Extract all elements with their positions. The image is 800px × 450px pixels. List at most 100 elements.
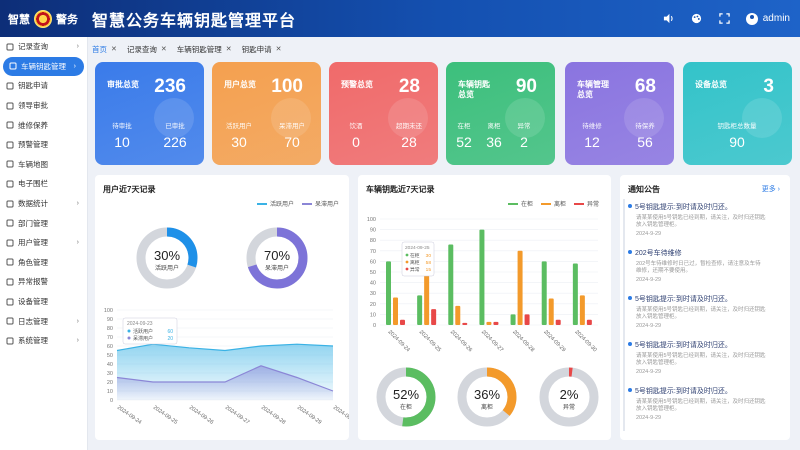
y-tick-label: 80: [370, 238, 376, 244]
bar: [510, 314, 516, 325]
svg-text:15: 15: [426, 267, 432, 273]
sidebar-item-15[interactable]: 系统管理 ›: [0, 331, 87, 351]
svg-text:活跃用户: 活跃用户: [133, 328, 153, 335]
sidebar-item-3[interactable]: 领导审批: [0, 96, 87, 116]
notice-date: 2024-9-29: [636, 323, 662, 329]
legend-swatch: [573, 202, 584, 205]
user-donut-label-0: 30% 活跃用户: [142, 248, 192, 272]
notice-item[interactable]: 5号钥匙提示:到时请及时归还。 请某某使用5号钥匙已经到期，请关注，及时归还钥匙放…: [628, 202, 778, 237]
stat-card-5[interactable]: 设备总览 3 钥匙柜总数量 90: [683, 62, 792, 165]
sidebar-item-label: 数据统计: [18, 199, 48, 209]
tab-1[interactable]: 记录查询 ✕: [127, 44, 167, 55]
sidebar-item-13[interactable]: 设备管理: [0, 292, 87, 312]
sidebar-item-5[interactable]: 预警管理: [0, 135, 87, 155]
tab-label: 车辆钥匙管理: [176, 44, 222, 54]
sidebar-item-11[interactable]: 角色管理: [0, 253, 87, 273]
card-sub-label: 钥匙柜总数量: [717, 123, 757, 130]
y-tick-label: 40: [370, 281, 376, 287]
notice-scrollbar[interactable]: [623, 199, 625, 431]
card-sub-label: 待保养: [635, 123, 655, 130]
sidebar-item-12[interactable]: 异常报警: [0, 272, 87, 292]
theme-palette-icon[interactable]: [690, 12, 704, 26]
stat-card-0[interactable]: 审批总览 236 待审批 10 已审批 226: [95, 62, 204, 165]
y-tick-label: 100: [367, 217, 376, 223]
avatar: [745, 12, 758, 25]
chevron-right-icon: ›: [76, 337, 79, 345]
volume-icon[interactable]: [662, 12, 676, 26]
sidebar-item-label: 车辆钥匙管理: [21, 61, 66, 71]
card-sub-value: 28: [401, 134, 417, 150]
chevron-right-icon: ›: [76, 43, 79, 51]
sidebar-item-7[interactable]: 电子围栏: [0, 174, 87, 194]
donut-label: 离柜: [480, 405, 493, 411]
more-link[interactable]: 更多 ›: [762, 184, 780, 194]
x-tick-label: 2024-09-24: [116, 405, 142, 426]
stat-card-4[interactable]: 车辆管理总览 68 待维修 12 待保养 56: [565, 62, 674, 165]
x-tick-label: 2024-09-29: [296, 405, 322, 426]
svg-text:30: 30: [426, 253, 432, 259]
notice-item[interactable]: 5号钥匙提示:到时请及时归还。 请某某使用5号钥匙已经到期，请关注，及时归还钥匙放…: [628, 386, 778, 421]
notice-item-title: 5号钥匙提示:到时请及时归还。: [628, 340, 778, 350]
sidebar-item-9[interactable]: 部门管理: [0, 213, 87, 233]
sidebar-item-0[interactable]: 记录查询 ›: [0, 37, 87, 57]
chevron-right-icon: ›: [76, 239, 79, 247]
card-decoration: [154, 98, 194, 138]
donut-label: 异常: [562, 405, 575, 411]
stat-card-1[interactable]: 用户总览 100 活跃用户 30 呆滞用户 70: [212, 62, 321, 165]
stat-card-3[interactable]: 车辆钥匙总览 90 在柜 52 离柜 36 异常 2: [446, 62, 555, 165]
donut-label: 活跃用户: [154, 266, 179, 272]
close-icon[interactable]: ✕: [276, 45, 282, 53]
app-title: 智慧公务车辆钥匙管理平台: [92, 12, 297, 30]
sidebar-item-6[interactable]: 车辆地图: [0, 155, 87, 175]
fence-icon: [6, 180, 14, 188]
notice-item[interactable]: 202号车待维修 202号车待维修时日已过，暂检查修，请注意及车待维修，还期不要使…: [628, 248, 778, 283]
key-bar-chart: 0 10 20 30 40 50 60 70 80 90 100 2024-09-24 2024-09-…: [367, 217, 598, 353]
card-decoration: [624, 98, 664, 138]
card-sub-value: 10: [114, 134, 130, 150]
card-sub-value: 70: [284, 134, 300, 150]
close-icon[interactable]: ✕: [161, 45, 167, 53]
bar: [579, 295, 585, 325]
x-tick-label: 2024-09-27: [224, 405, 250, 426]
chart-icon: [6, 200, 14, 208]
sidebar-item-10[interactable]: 用户管理 ›: [0, 233, 87, 253]
notice-desc: 202号车待维修时日已过，暂检查修，请注意及车待维修，还期不要使用。: [636, 261, 761, 274]
tab-0[interactable]: 首页 ✕: [92, 44, 117, 55]
fullscreen-icon[interactable]: [718, 12, 732, 26]
x-tick-label: 2024-09-24: [387, 329, 411, 353]
tab-label: 钥匙申请: [241, 44, 272, 54]
user-tooltip: 2024-09-23活跃用户 60 呆滞用户 20: [122, 317, 178, 345]
svg-text:在柜: 在柜: [410, 252, 420, 259]
sidebar-item-label: 日志管理: [18, 316, 48, 326]
notice-item[interactable]: 5号钥匙提示:到时请及时归还。 请某某使用5号钥匙已经到期，请关注，及时归还钥匙放…: [628, 340, 778, 375]
sidebar-item-label: 用户管理: [18, 238, 48, 248]
sidebar: 记录查询 › 车辆钥匙管理 › 钥匙申请 领导审批 维修保养 预警管理 车辆地图 电子围栏 数据统计…: [0, 37, 88, 450]
user-donut-charts: [136, 227, 308, 289]
notice-item[interactable]: 5号钥匙提示:到时请及时归还。 请某某使用5号钥匙已经到期，请关注，及时归还钥匙放…: [628, 294, 778, 329]
sidebar-item-14[interactable]: 日志管理 ›: [0, 311, 87, 331]
user-menu[interactable]: admin: [745, 12, 790, 25]
user-donut-label-1: 70% 呆滞用户: [252, 248, 302, 272]
sidebar-item-label: 钥匙申请: [18, 81, 48, 91]
donut-value: 2%: [559, 387, 579, 402]
stat-card-2[interactable]: 预警总览 28 饮酒 0 超期未还 28: [329, 62, 438, 165]
bullet-icon: [628, 204, 632, 208]
sidebar-item-8[interactable]: 数据统计 ›: [0, 194, 87, 214]
x-tick-label: 2024-09-26: [188, 405, 214, 426]
card-title: 用户总览: [224, 80, 256, 89]
system-icon: [6, 337, 14, 345]
close-icon[interactable]: ✕: [111, 45, 117, 53]
bar: [548, 298, 554, 325]
close-icon[interactable]: ✕: [226, 45, 232, 53]
sidebar-item-2[interactable]: 钥匙申请: [0, 76, 87, 96]
brand-text-right: 警务: [56, 13, 78, 26]
sidebar-item-1[interactable]: 车辆钥匙管理 ›: [3, 56, 84, 77]
sidebar-item-4[interactable]: 维修保养: [0, 115, 87, 135]
card-sub-label: 活跃用户: [226, 123, 252, 130]
x-tick-label: 2024-09-26: [449, 329, 473, 353]
role-icon: [6, 258, 14, 266]
notice-item-title: 5号钥匙提示:到时请及时归还。: [628, 202, 778, 212]
tab-3[interactable]: 钥匙申请 ✕: [242, 44, 282, 55]
y-tick-label: 40: [107, 362, 113, 368]
tab-2[interactable]: 车辆钥匙管理 ✕: [177, 44, 232, 55]
